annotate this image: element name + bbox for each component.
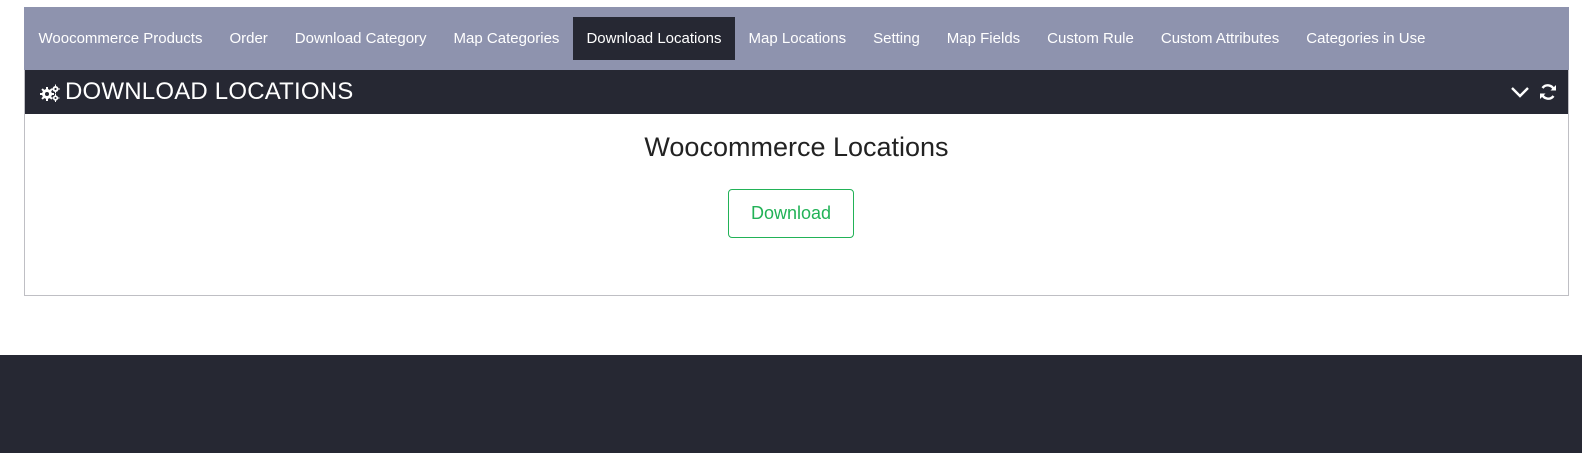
tab-categories-in-use[interactable]: Categories in Use (1293, 17, 1439, 60)
page-container: Woocommerce Products Order Download Cate… (24, 7, 1569, 296)
download-button[interactable]: Download (728, 189, 854, 238)
tab-download-locations[interactable]: Download Locations (572, 17, 736, 60)
footer-bar (0, 355, 1582, 453)
tab-map-categories[interactable]: Map Categories (440, 17, 573, 60)
gears-icon (39, 83, 61, 105)
panel-tools (1510, 82, 1558, 102)
tab-bar: Woocommerce Products Order Download Cate… (24, 7, 1569, 70)
tab-order[interactable]: Order (216, 17, 281, 60)
panel-body: Woocommerce Locations Download (25, 114, 1568, 295)
section-heading: Woocommerce Locations (644, 132, 949, 162)
tab-map-locations[interactable]: Map Locations (735, 17, 860, 60)
download-locations-panel: DOWNLOAD LOCATIONS Woocommerce Locations… (24, 70, 1569, 296)
panel-title: DOWNLOAD LOCATIONS (65, 78, 354, 105)
tab-map-fields[interactable]: Map Fields (933, 17, 1033, 60)
tab-custom-attributes[interactable]: Custom Attributes (1147, 17, 1292, 60)
refresh-icon[interactable] (1538, 82, 1558, 102)
tab-custom-rule[interactable]: Custom Rule (1034, 17, 1148, 60)
panel-header: DOWNLOAD LOCATIONS (25, 70, 1568, 114)
tab-setting[interactable]: Setting (860, 17, 934, 60)
chevron-down-icon[interactable] (1510, 82, 1530, 102)
tab-woocommerce-products[interactable]: Woocommerce Products (25, 17, 216, 60)
tab-download-category[interactable]: Download Category (281, 17, 440, 60)
